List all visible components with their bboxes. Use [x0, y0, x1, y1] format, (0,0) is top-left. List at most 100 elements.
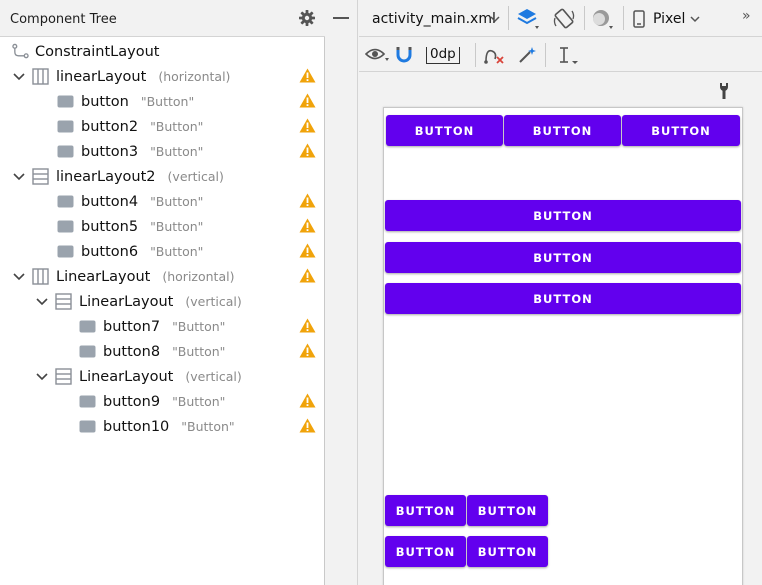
tree-node-text: "Button" [172, 319, 226, 334]
tree-node-orientation: (horizontal) [158, 69, 231, 84]
tree-node-name: button4 [81, 193, 139, 210]
overflow-menu[interactable]: » [742, 8, 751, 24]
theme-icon[interactable] [590, 7, 616, 31]
component-tree-header: Component Tree [0, 0, 325, 37]
preview-button-6[interactable]: BUTTON [385, 283, 741, 314]
tree-row-linearlayout-horizontal[interactable]: LinearLayout (horizontal) [12, 264, 234, 289]
chevron-down-icon[interactable] [690, 15, 700, 23]
warning-icon[interactable] [299, 193, 316, 208]
tree-row-linearlayout2[interactable]: linearLayout2 (vertical) [12, 164, 224, 189]
tree-node-name: button9 [103, 393, 161, 410]
toolbar-separator [623, 6, 624, 30]
tree-row-button9[interactable]: button9 "Button" [79, 389, 225, 414]
preview-button-3[interactable]: BUTTON [622, 115, 740, 146]
tree-node-orientation: (horizontal) [162, 269, 235, 284]
tree-node-name: button [81, 93, 129, 110]
chevron-down-icon[interactable] [12, 70, 26, 84]
tree-row-button[interactable]: button "Button" [57, 89, 194, 114]
preview-button-9[interactable]: BUTTON [467, 495, 548, 526]
button-widget-icon [79, 318, 96, 335]
warning-icon[interactable] [299, 243, 316, 258]
layers-icon[interactable] [516, 7, 542, 31]
eye-icon[interactable] [365, 46, 391, 64]
tree-row-button5[interactable]: button5 "Button" [57, 214, 203, 239]
tree-row-button6[interactable]: button6 "Button" [57, 239, 203, 264]
chevron-down-icon[interactable] [490, 15, 500, 23]
warning-icon[interactable] [299, 118, 316, 133]
warning-icon[interactable] [299, 68, 316, 83]
toolbar-separator [545, 43, 546, 67]
warning-icon[interactable] [299, 93, 316, 108]
magnet-icon[interactable] [395, 46, 413, 64]
chevron-down-icon[interactable] [35, 370, 49, 384]
button-widget-icon [57, 143, 74, 160]
warning-icon[interactable] [299, 418, 316, 433]
file-selector[interactable]: activity_main.xml [372, 11, 496, 27]
vertical-layout-icon [32, 168, 49, 185]
vertical-layout-icon [55, 293, 72, 310]
preview-button-1[interactable]: BUTTON [386, 115, 503, 146]
warning-icon[interactable] [299, 143, 316, 158]
tree-node-name: ConstraintLayout [35, 43, 160, 60]
tree-row-button4[interactable]: button4 "Button" [57, 189, 203, 214]
toolbar-separator [584, 6, 585, 30]
tree-row-button3[interactable]: button3 "Button" [57, 139, 203, 164]
preview-button-2[interactable]: BUTTON [504, 115, 621, 146]
tree-node-name: button2 [81, 118, 139, 135]
tree-node-orientation: (vertical) [185, 294, 242, 309]
warning-icon[interactable] [299, 218, 316, 233]
magic-wand-icon[interactable] [517, 45, 537, 65]
tree-row-linearlayout[interactable]: linearLayout (horizontal) [12, 64, 230, 89]
android-studio-layout-editor: Component Tree ConstraintLayout linearLa… [0, 0, 762, 585]
toolbar-separator [508, 6, 509, 30]
tree-node-text: "Button" [150, 219, 204, 234]
gear-icon[interactable] [298, 9, 316, 27]
preview-button-7[interactable]: BUTTON [385, 495, 466, 526]
device-preview: BUTTON BUTTON BUTTON BUTTON BUTTON BUTTO… [383, 107, 743, 585]
tree-node-name: button6 [81, 243, 139, 260]
panel-divider [325, 0, 358, 585]
button-widget-icon [79, 418, 96, 435]
preview-button-4[interactable]: BUTTON [385, 200, 741, 231]
warning-icon[interactable] [299, 343, 316, 358]
chevron-down-icon[interactable] [12, 170, 26, 184]
tree-node-name: linearLayout [56, 68, 147, 85]
tree-node-name: button10 [103, 418, 170, 435]
warning-icon[interactable] [299, 268, 316, 283]
tree-row-linearlayout-vertical-b[interactable]: LinearLayout (vertical) [35, 364, 242, 389]
preview-button-10[interactable]: BUTTON [467, 536, 548, 567]
constraint-layout-icon [12, 43, 29, 60]
preview-button-5[interactable]: BUTTON [385, 242, 741, 273]
minimize-icon[interactable] [333, 17, 349, 19]
warning-icon[interactable] [299, 318, 316, 333]
device-icon[interactable] [633, 10, 645, 28]
tree-node-text: "Button" [181, 419, 235, 434]
tree-node-name: linearLayout2 [56, 168, 156, 185]
tree-row-constraintlayout[interactable]: ConstraintLayout [12, 39, 159, 64]
component-tree-panel: Component Tree ConstraintLayout linearLa… [0, 0, 325, 585]
preview-button-8[interactable]: BUTTON [385, 536, 466, 567]
tree-node-name: LinearLayout [56, 268, 151, 285]
default-margin-field[interactable]: 0dp [426, 47, 460, 64]
tree-node-text: "Button" [150, 194, 204, 209]
warning-icon[interactable] [299, 393, 316, 408]
tree-row-button7[interactable]: button7 "Button" [79, 314, 225, 339]
tree-node-orientation: (vertical) [185, 369, 242, 384]
toolbar-separator [475, 43, 476, 67]
tree-row-button10[interactable]: button10 "Button" [79, 414, 235, 439]
orientation-icon[interactable] [552, 6, 578, 32]
chevron-down-icon[interactable] [35, 295, 49, 309]
tree-row-button8[interactable]: button8 "Button" [79, 339, 225, 364]
device-selector[interactable]: Pixel [653, 11, 685, 27]
tree-row-linearlayout-vertical-a[interactable]: LinearLayout (vertical) [35, 289, 242, 314]
tree-row-button2[interactable]: button2 "Button" [57, 114, 203, 139]
tree-node-text: "Button" [140, 94, 195, 109]
wrench-icon[interactable] [717, 81, 731, 101]
guidelines-icon[interactable] [557, 46, 581, 66]
tree-node-text: "Button" [172, 344, 226, 359]
chevron-down-icon[interactable] [12, 270, 26, 284]
button-widget-icon [57, 118, 74, 135]
tree-node-name: button3 [81, 143, 139, 160]
clear-constraints-icon[interactable] [483, 45, 505, 65]
horizontal-layout-icon [32, 268, 49, 285]
